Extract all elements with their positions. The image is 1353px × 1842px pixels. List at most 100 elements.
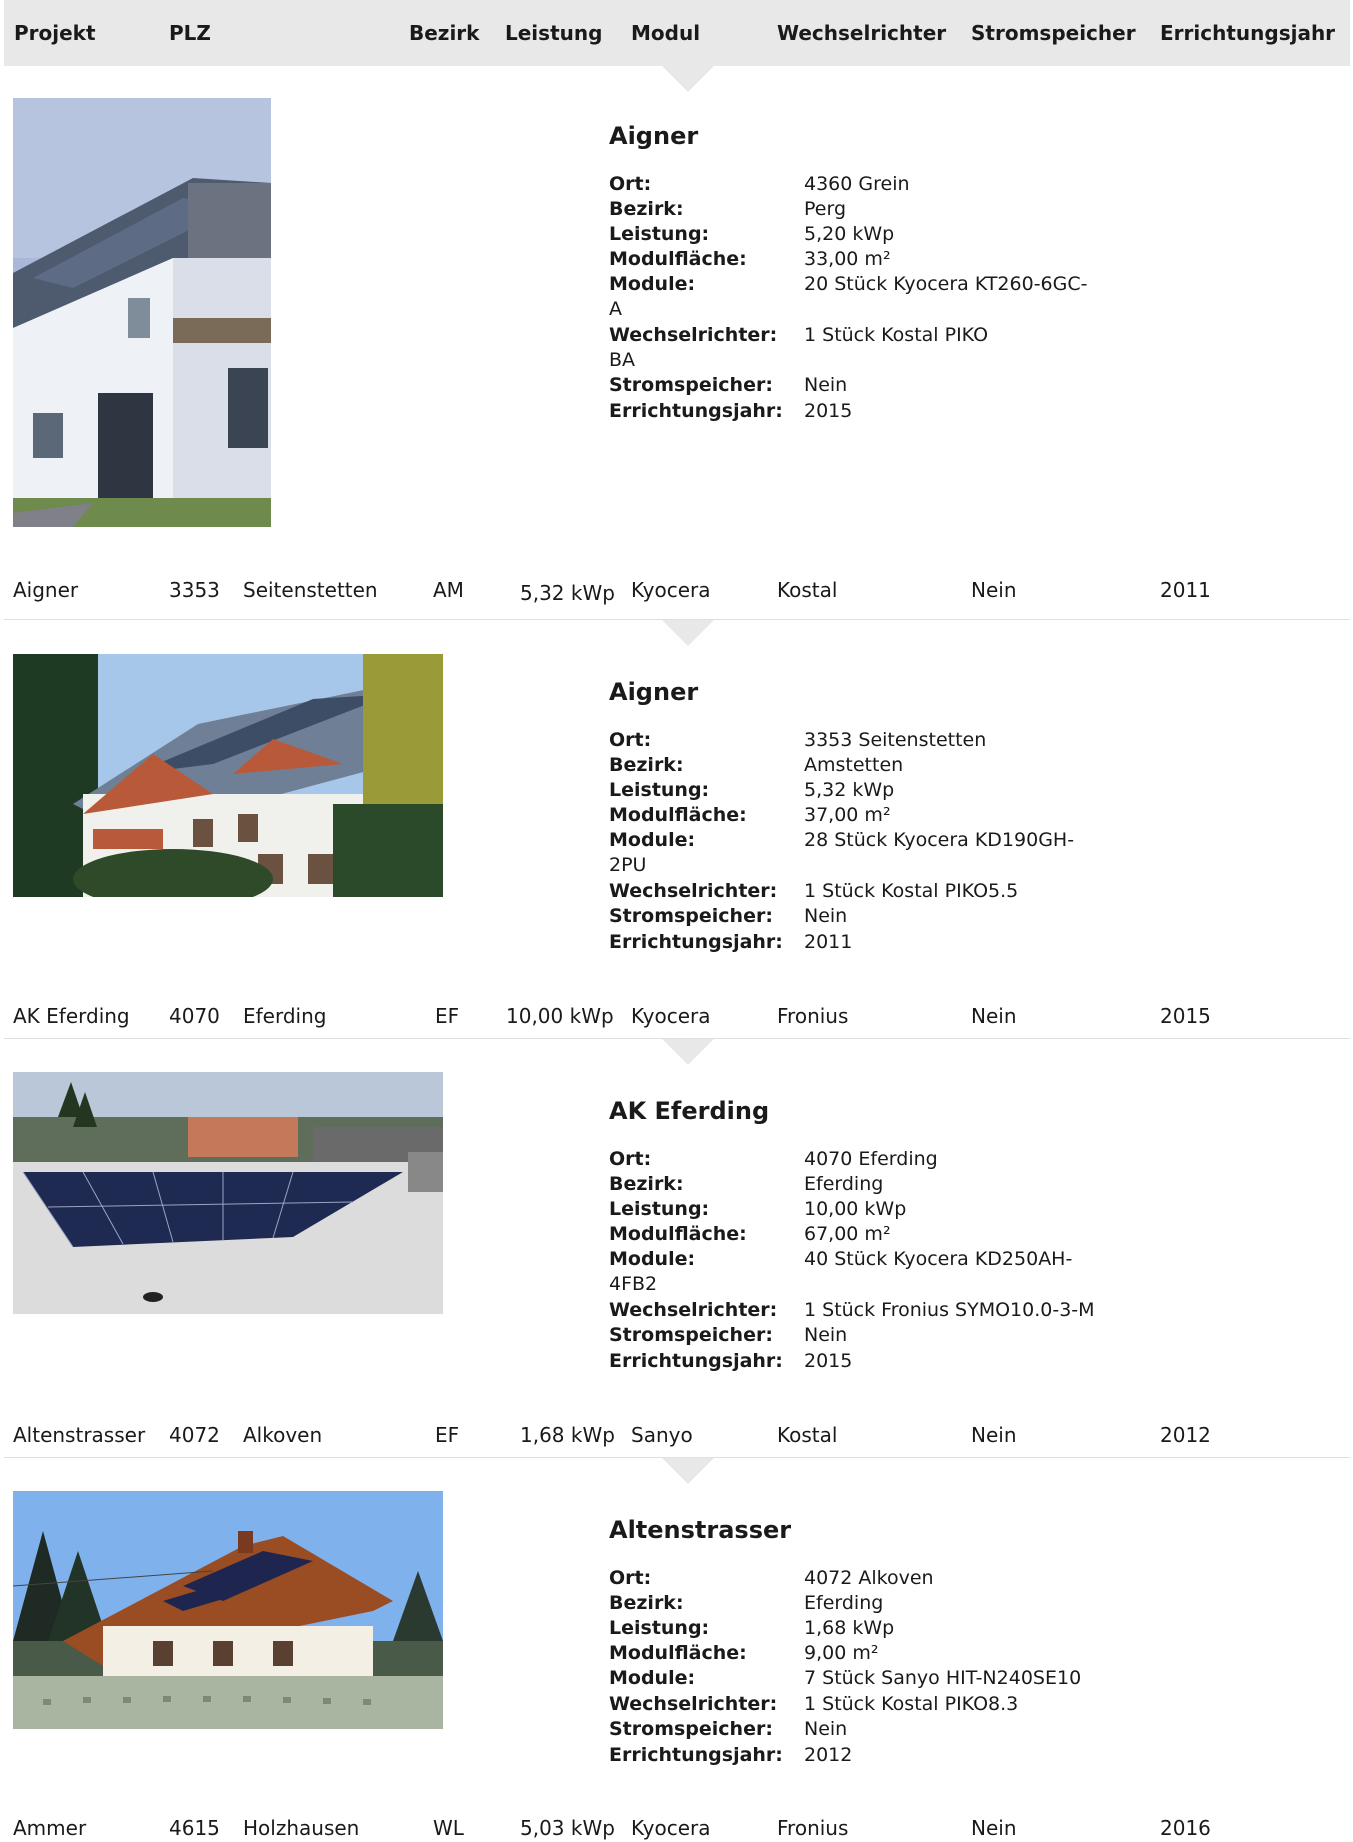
label-module: Module: (609, 273, 696, 295)
value-stromspeicher: Nein (804, 374, 848, 396)
value-module: 28 Stück Kyocera KD190GH- (804, 829, 1075, 851)
detail-title: Aigner (609, 678, 699, 706)
label-errichtungsjahr: Errichtungsjahr: (609, 931, 783, 953)
cell-bezirk: WL (433, 1816, 464, 1840)
column-header-stromspeicher[interactable]: Stromspeicher (971, 21, 1136, 45)
value-wechselrichter: 1 Stück Fronius SYMO10.0-3-M (804, 1299, 1095, 1321)
cell-projekt: AK Eferding (13, 1004, 130, 1028)
house-photo (13, 1491, 443, 1729)
label-bezirk: Bezirk: (609, 754, 684, 776)
value-errichtungsjahr: 2015 (804, 1350, 853, 1372)
value-modulflaeche: 67,00 m² (804, 1223, 891, 1245)
column-header-modul[interactable]: Modul (631, 21, 700, 45)
cell-plz: 4615 (169, 1816, 220, 1840)
expand-caret (662, 1039, 714, 1065)
label-module: Module: (609, 829, 696, 851)
value-modulflaeche: 9,00 m² (804, 1642, 879, 1664)
label-leistung: Leistung: (609, 1617, 710, 1639)
cell-modul: Kyocera (631, 1004, 711, 1028)
value-wechselrichter: 1 Stück Kostal PIKO5.5 (804, 880, 1019, 902)
cell-modul: Kyocera (631, 1816, 711, 1840)
label-errichtungsjahr: Errichtungsjahr: (609, 1744, 783, 1766)
cell-wechselrichter: Kostal (777, 1423, 838, 1447)
column-header-errichtungsjahr[interactable]: Errichtungsjahr (1160, 21, 1335, 45)
cell-plz: 3353 (169, 578, 220, 602)
project-photo[interactable] (13, 654, 443, 897)
cell-ort: Holzhausen (243, 1816, 360, 1840)
cell-errichtungsjahr: 2015 (1160, 1004, 1211, 1028)
column-header-plz[interactable]: PLZ (169, 21, 211, 45)
table-header: Projekt PLZ Bezirk Leistung Modul Wechse… (4, 0, 1350, 66)
label-ort: Ort: (609, 173, 652, 195)
label-stromspeicher: Stromspeicher: (609, 1718, 773, 1740)
column-header-wechselrichter[interactable]: Wechselrichter (777, 21, 946, 45)
column-header-bezirk[interactable]: Bezirk (409, 21, 479, 45)
cell-bezirk: AM (433, 578, 464, 602)
cell-projekt: Ammer (13, 1816, 87, 1840)
label-stromspeicher: Stromspeicher: (609, 1324, 773, 1346)
value-wechselrichter: 1 Stück Kostal PIKO (804, 324, 989, 346)
project-photo[interactable] (13, 98, 271, 527)
value-bezirk: Amstetten (804, 754, 904, 776)
cell-plz: 4072 (169, 1423, 220, 1447)
label-wechselrichter: Wechselrichter: (609, 324, 778, 346)
cell-stromspeicher: Nein (971, 1423, 1017, 1447)
label-wechselrichter: Wechselrichter: (609, 1693, 778, 1715)
label-errichtungsjahr: Errichtungsjahr: (609, 400, 783, 422)
value-errichtungsjahr: 2015 (804, 400, 853, 422)
cell-wechselrichter: Fronius (777, 1004, 849, 1028)
value-leistung: 1,68 kWp (804, 1617, 895, 1639)
label-errichtungsjahr: Errichtungsjahr: (609, 1350, 783, 1372)
value-wechselrichter: 1 Stück Kostal PIKO8.3 (804, 1693, 1019, 1715)
label-leistung: Leistung: (609, 1198, 710, 1220)
value-module: 40 Stück Kyocera KD250AH- (804, 1248, 1073, 1270)
cell-modul: Kyocera (631, 578, 711, 602)
project-photo[interactable] (13, 1072, 443, 1314)
value-bezirk: Perg (804, 198, 847, 220)
cell-ort: Alkoven (243, 1423, 323, 1447)
value-errichtungsjahr: 2011 (804, 931, 853, 953)
cell-projekt: Altenstrasser (13, 1423, 146, 1447)
rooftop-photo (13, 1072, 443, 1314)
label-ort: Ort: (609, 1567, 652, 1589)
cell-stromspeicher: Nein (971, 1816, 1017, 1840)
label-modulflaeche: Modulfläche: (609, 248, 747, 270)
label-leistung: Leistung: (609, 779, 710, 801)
cell-ort: Seitenstetten (243, 578, 378, 602)
label-bezirk: Bezirk: (609, 1592, 684, 1614)
value-module: 7 Stück Sanyo HIT-N240SE10 (804, 1667, 1082, 1689)
label-leistung: Leistung: (609, 223, 710, 245)
column-header-projekt[interactable]: Projekt (14, 21, 96, 45)
label-bezirk: Bezirk: (609, 198, 684, 220)
value-modulflaeche: 33,00 m² (804, 248, 891, 270)
label-bezirk: Bezirk: (609, 1173, 684, 1195)
cell-wechselrichter: Kostal (777, 578, 838, 602)
detail-title: Altenstrasser (609, 1516, 792, 1544)
detail-title: AK Eferding (609, 1097, 770, 1125)
detail-title: Aigner (609, 122, 699, 150)
value-ort: 4072 Alkoven (804, 1567, 934, 1589)
value-stromspeicher: Nein (804, 1324, 848, 1346)
cell-leistung: 1,68 kWp (520, 1423, 615, 1447)
cell-stromspeicher: Nein (971, 578, 1017, 602)
column-header-leistung[interactable]: Leistung (505, 21, 602, 45)
label-ort: Ort: (609, 1148, 652, 1170)
value-module-wrap: A (609, 298, 622, 320)
value-bezirk: Eferding (804, 1173, 884, 1195)
cell-projekt: Aigner (13, 578, 79, 602)
value-ort: 4070 Eferding (804, 1148, 938, 1170)
label-modulflaeche: Modulfläche: (609, 804, 747, 826)
value-leistung: 5,20 kWp (804, 223, 895, 245)
value-module-wrap: 4FB2 (609, 1273, 658, 1295)
cell-leistung: 5,32 kWp (520, 581, 615, 605)
label-modulflaeche: Modulfläche: (609, 1642, 747, 1664)
expand-caret (662, 620, 714, 646)
cell-bezirk: EF (435, 1004, 460, 1028)
cell-plz: 4070 (169, 1004, 220, 1028)
value-wechselrichter-wrap: BA (609, 349, 636, 371)
project-photo[interactable] (13, 1491, 443, 1729)
value-module: 20 Stück Kyocera KT260-6GC- (804, 273, 1088, 295)
house-photo (13, 654, 443, 897)
label-modulflaeche: Modulfläche: (609, 1223, 747, 1245)
expand-caret (662, 1458, 714, 1484)
